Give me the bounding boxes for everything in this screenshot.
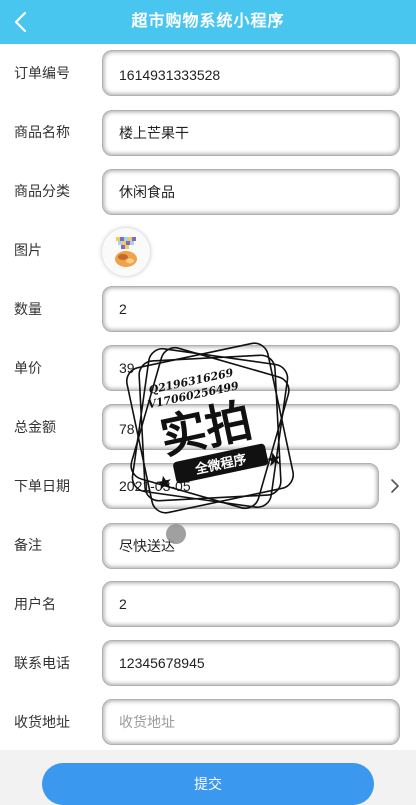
row-unit-price: 单价 xyxy=(0,339,416,398)
order-date-field[interactable] xyxy=(102,463,379,509)
address-field[interactable] xyxy=(102,699,400,745)
order-number-field[interactable] xyxy=(102,50,400,96)
touch-indicator xyxy=(166,524,186,544)
product-name-label: 商品名称 xyxy=(14,124,70,140)
unit-price-field[interactable] xyxy=(102,345,400,391)
phone-field[interactable] xyxy=(102,640,400,686)
row-remark: 备注 xyxy=(0,516,416,575)
row-order-date: 下单日期 xyxy=(0,457,416,516)
total-amount-field[interactable] xyxy=(102,404,400,450)
product-image[interactable] xyxy=(102,228,150,276)
quantity-label: 数量 xyxy=(14,301,42,317)
row-total-amount: 总金额 xyxy=(0,398,416,457)
total-amount-label: 总金额 xyxy=(14,419,56,435)
row-phone: 联系电话 xyxy=(0,634,416,693)
remark-label: 备注 xyxy=(14,537,42,553)
product-name-field[interactable] xyxy=(102,110,400,156)
username-label: 用户名 xyxy=(14,596,56,612)
image-label: 图片 xyxy=(14,242,42,258)
row-product-name: 商品名称 xyxy=(0,103,416,162)
page-title: 超市购物系统小程序 xyxy=(131,13,285,30)
address-label: 收货地址 xyxy=(14,714,70,730)
header-bar: 超市购物系统小程序 xyxy=(0,0,416,44)
footer-bar: 提交 xyxy=(0,750,416,805)
order-form: 订单编号 商品名称 商品分类 图片 xyxy=(0,44,416,750)
row-address: 收货地址 xyxy=(0,693,416,752)
row-username: 用户名 xyxy=(0,575,416,634)
submit-button[interactable]: 提交 xyxy=(42,763,374,805)
row-product-category: 商品分类 xyxy=(0,162,416,221)
date-picker-button[interactable] xyxy=(388,477,402,495)
row-quantity: 数量 xyxy=(0,280,416,339)
product-thumbnail-picture xyxy=(115,237,137,267)
unit-price-label: 单价 xyxy=(14,360,42,376)
product-category-field[interactable] xyxy=(102,169,400,215)
remark-field[interactable] xyxy=(102,523,400,569)
quantity-field[interactable] xyxy=(102,286,400,332)
phone-label: 联系电话 xyxy=(14,655,70,671)
username-field[interactable] xyxy=(102,581,400,627)
order-number-label: 订单编号 xyxy=(14,65,70,81)
product-category-label: 商品分类 xyxy=(14,183,70,199)
row-image: 图片 xyxy=(0,221,416,280)
chevron-right-icon xyxy=(391,479,399,493)
row-order-number: 订单编号 xyxy=(0,44,416,103)
order-date-label: 下单日期 xyxy=(14,478,70,494)
